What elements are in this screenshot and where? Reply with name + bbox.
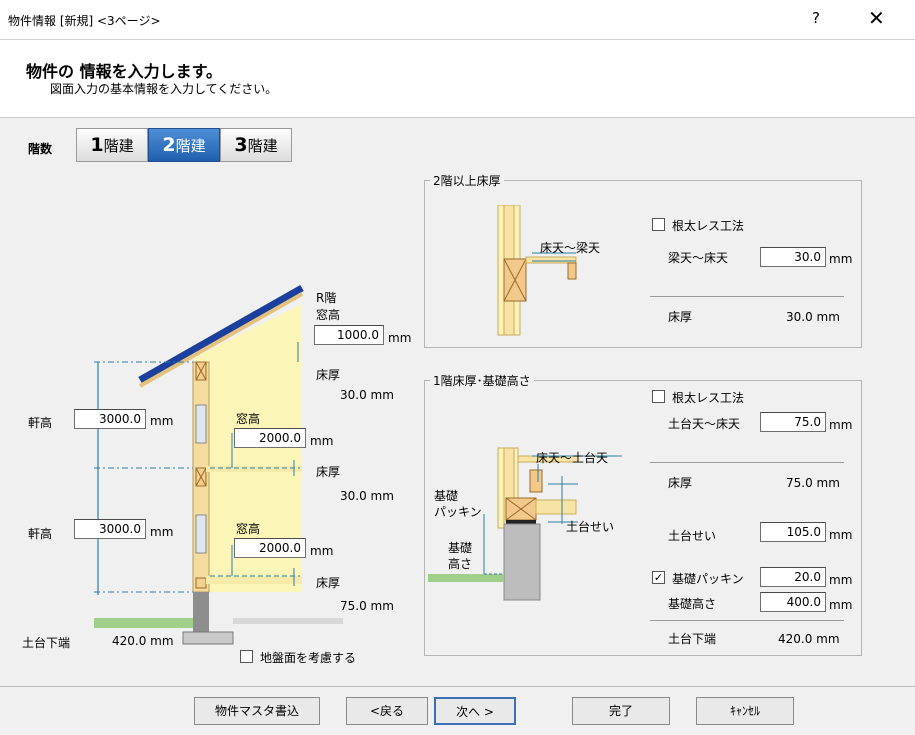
- window-1-label: 窓高: [236, 522, 261, 536]
- window-1-unit: mm: [310, 544, 334, 558]
- eaves-1-unit: mm: [150, 525, 174, 539]
- floors-3-suffix: 階建: [247, 137, 278, 155]
- packing-label: 基礎パッキン: [672, 572, 744, 586]
- foundation-height-input[interactable]: 400.0: [760, 592, 826, 612]
- floors-label: 階数: [28, 142, 53, 156]
- window-2-unit: mm: [310, 434, 334, 448]
- beam-to-floor-input[interactable]: 30.0: [760, 247, 826, 267]
- window-2-input[interactable]: 2000.0: [234, 428, 306, 448]
- eaves-2-unit: mm: [150, 414, 174, 428]
- floors-3-num: 3: [234, 134, 248, 156]
- beam-to-floor-unit: mm: [829, 252, 853, 266]
- sill-top-input[interactable]: 75.0: [760, 412, 826, 432]
- r-floor-thickness-value: 30.0 mm: [340, 388, 394, 402]
- sill-height-input[interactable]: 105.0: [760, 522, 826, 542]
- packing-diagram-label: 基礎 パッキン: [434, 489, 482, 519]
- floors-1-num: 1: [90, 134, 104, 156]
- foundation-height-unit: mm: [829, 598, 853, 612]
- page-heading: 物件の 情報を入力します。: [26, 62, 222, 81]
- finish-button[interactable]: 完了: [572, 697, 670, 725]
- lower-sill-bottom-label: 土台下端: [668, 632, 717, 646]
- eaves-1-label: 軒高: [28, 527, 53, 541]
- sill-top-label: 土台天～床天: [668, 417, 741, 431]
- lower-divider-1: [650, 462, 844, 463]
- floor-1-thickness-value: 75.0 mm: [340, 599, 394, 613]
- eaves-2-input[interactable]: 3000.0: [74, 409, 146, 429]
- upper-divider: [650, 296, 844, 297]
- foundation-height-label: 基礎高さ: [668, 597, 717, 611]
- floor-1-thickness-label: 床厚: [316, 576, 341, 590]
- floors-2-button[interactable]: 2階建: [148, 128, 220, 162]
- sill-bottom-value: 420.0 mm: [112, 634, 174, 648]
- lower-floor-group-title: 1階床厚･基礎高さ: [430, 372, 534, 389]
- packing-unit: mm: [829, 573, 853, 587]
- r-window-height-input[interactable]: 1000.0: [314, 325, 384, 345]
- floors-2-suffix: 階建: [175, 137, 206, 155]
- sill-height-unit: mm: [829, 528, 853, 542]
- lower-floor-thickness-value: 75.0 mm: [786, 476, 840, 490]
- upper-joistless-label: 根太レス工法: [672, 219, 745, 233]
- floors-2-num: 2: [162, 134, 176, 156]
- help-button[interactable]: ?: [812, 9, 820, 27]
- ground-level-label: 地盤面を考慮する: [260, 651, 357, 665]
- floors-1-button[interactable]: 1階建: [76, 128, 148, 162]
- r-window-height-unit: mm: [388, 331, 412, 345]
- close-button[interactable]: ✕: [868, 6, 885, 30]
- window-2-label: 窓高: [236, 412, 261, 426]
- floor-2-thickness-value: 30.0 mm: [340, 489, 394, 503]
- floors-1-suffix: 階建: [103, 137, 134, 155]
- back-button[interactable]: <戻る: [346, 697, 428, 725]
- beam-to-floor-label: 梁天～床天: [668, 251, 729, 265]
- lower-sill-bottom-value: 420.0 mm: [778, 632, 840, 646]
- floors-3-button[interactable]: 3階建: [220, 128, 292, 162]
- window-1-input[interactable]: 2000.0: [234, 538, 306, 558]
- sill-top-unit: mm: [829, 418, 853, 432]
- beam-diagram-label: 床天～梁天: [540, 241, 601, 255]
- r-floor-label: R階: [316, 291, 337, 305]
- foundation-diagram-label: 基礎 高さ: [448, 541, 473, 571]
- lower-joistless-label: 根太レス工法: [672, 391, 745, 405]
- eaves-1-input[interactable]: 3000.0: [74, 519, 146, 539]
- packing-input[interactable]: 20.0: [760, 567, 826, 587]
- ground-level-checkbox[interactable]: [240, 650, 253, 663]
- sill-height-label: 土台せい: [668, 529, 717, 543]
- upper-floor-thickness-value: 30.0 mm: [786, 310, 840, 324]
- upper-floor-diagram: [497, 205, 577, 336]
- eaves-2-label: 軒高: [28, 416, 53, 430]
- page-header: 物件の 情報を入力します。 図面入力の基本情報を入力してください。: [0, 40, 915, 118]
- lower-divider-2: [650, 620, 844, 621]
- page-subheading: 図面入力の基本情報を入力してください。: [50, 82, 278, 96]
- master-write-button[interactable]: 物件マスタ書込: [194, 697, 320, 725]
- packing-checkbox[interactable]: ✓: [652, 571, 665, 584]
- sill-top-diagram-label: 床天～土台天: [536, 451, 609, 465]
- next-button[interactable]: 次へ >: [434, 697, 516, 725]
- floor-2-thickness-label: 床厚: [316, 465, 341, 479]
- sill-bottom-label: 土台下端: [22, 636, 71, 650]
- lower-joistless-checkbox[interactable]: [652, 390, 665, 403]
- upper-joistless-checkbox[interactable]: [652, 218, 665, 231]
- window-title: 物件情報 [新規] <3ページ>: [8, 14, 161, 28]
- lower-floor-thickness-label: 床厚: [668, 476, 693, 490]
- cancel-button[interactable]: ｷｬﾝｾﾙ: [696, 697, 794, 725]
- sill-height-diagram-label: 土台せい: [566, 520, 615, 534]
- upper-floor-group-title: 2階以上床厚: [430, 172, 504, 189]
- upper-floor-thickness-label: 床厚: [668, 310, 693, 324]
- r-window-height-label: 窓高: [316, 308, 341, 322]
- r-floor-thickness-label: 床厚: [316, 368, 341, 382]
- title-bar: 物件情報 [新規] <3ページ> ? ✕: [0, 0, 915, 40]
